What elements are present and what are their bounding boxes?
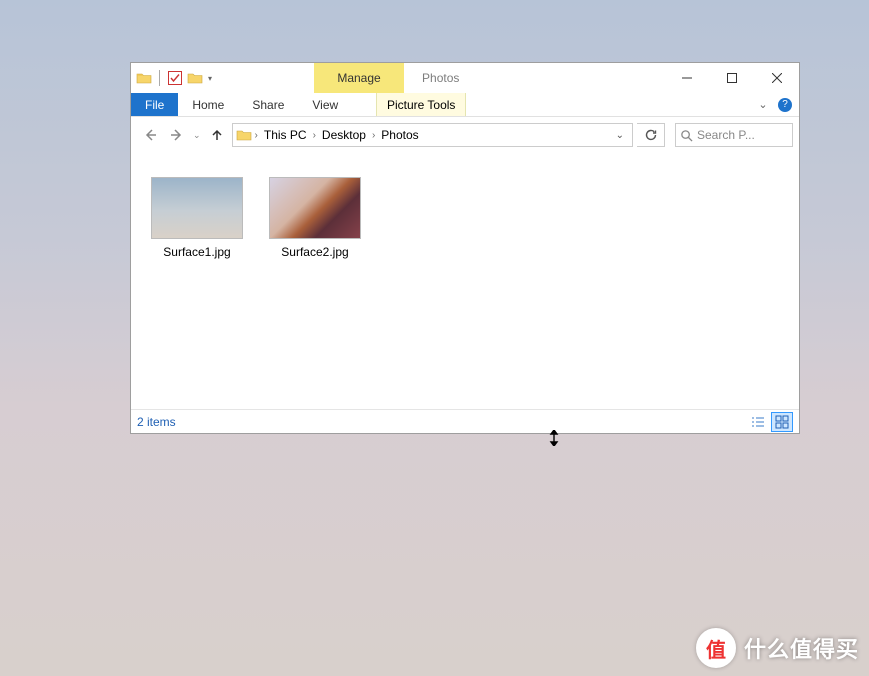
navigation-bar: ⌄ › This PC › Desktop › Photos ⌄ [131,117,799,153]
back-button[interactable] [139,124,161,146]
tab-view[interactable]: View [298,93,352,116]
search-placeholder: Search P... [697,128,755,142]
image-thumbnail [151,177,243,239]
collapse-ribbon-icon[interactable]: ⌄ [753,93,773,116]
image-thumbnail [269,177,361,239]
resize-cursor-icon [546,430,562,446]
contextual-tab-label: Manage [337,71,380,85]
new-folder-icon[interactable] [186,67,204,89]
breadcrumb-photos[interactable]: Photos [381,128,418,142]
file-item[interactable]: Surface2.jpg [265,177,365,259]
tab-share[interactable]: Share [238,93,298,116]
file-tab[interactable]: File [131,93,178,116]
chevron-right-icon[interactable]: › [372,130,375,141]
separator [159,70,160,86]
file-explorer-window: ▾ Manage Photos File Home Share View Pic… [130,62,800,434]
file-name: Surface1.jpg [147,245,247,259]
file-item[interactable]: Surface1.jpg [147,177,247,259]
ribbon-tabs: File Home Share View Picture Tools ⌄ ? [131,93,799,117]
tab-home[interactable]: Home [178,93,238,116]
address-dropdown-icon[interactable]: ⌄ [612,130,628,141]
properties-icon[interactable] [166,67,184,89]
status-item-count: 2 items [137,415,176,429]
watermark-text: 什么值得买 [744,632,859,664]
file-list[interactable]: Surface1.jpg Surface2.jpg [131,153,799,409]
tab-picture-tools[interactable]: Picture Tools [376,93,466,116]
thumbnail-view-button[interactable] [771,412,793,432]
file-name: Surface2.jpg [265,245,365,259]
forward-button[interactable] [166,124,188,146]
help-button[interactable]: ? [775,93,795,116]
details-view-button[interactable] [747,412,769,432]
status-bar: 2 items [131,409,799,433]
watermark-badge: 值 [696,628,736,668]
up-button[interactable] [206,124,228,146]
history-dropdown-icon[interactable]: ⌄ [193,130,201,141]
maximize-button[interactable] [709,63,754,93]
title-bar[interactable]: ▾ Manage Photos [131,63,799,93]
chevron-right-icon[interactable]: › [313,130,316,141]
minimize-button[interactable] [664,63,709,93]
search-box[interactable]: Search P... [675,123,793,147]
window-title: Photos [404,63,477,93]
address-bar[interactable]: › This PC › Desktop › Photos ⌄ [232,123,633,147]
help-icon: ? [778,98,792,112]
desktop-background[interactable]: ▾ Manage Photos File Home Share View Pic… [0,0,869,676]
quick-access-toolbar: ▾ [131,63,214,93]
chevron-right-icon[interactable]: › [255,130,258,141]
folder-icon [235,126,253,144]
watermark: 值 什么值得买 [696,628,859,668]
breadcrumb-this-pc[interactable]: This PC [264,128,307,142]
contextual-tab-manage[interactable]: Manage [314,63,404,93]
refresh-button[interactable] [637,123,665,147]
search-icon [680,129,693,142]
content-area[interactable]: Surface1.jpg Surface2.jpg [131,153,799,409]
qat-dropdown-icon[interactable]: ▾ [206,74,214,83]
close-button[interactable] [754,63,799,93]
breadcrumb-desktop[interactable]: Desktop [322,128,366,142]
folder-icon [135,67,153,89]
